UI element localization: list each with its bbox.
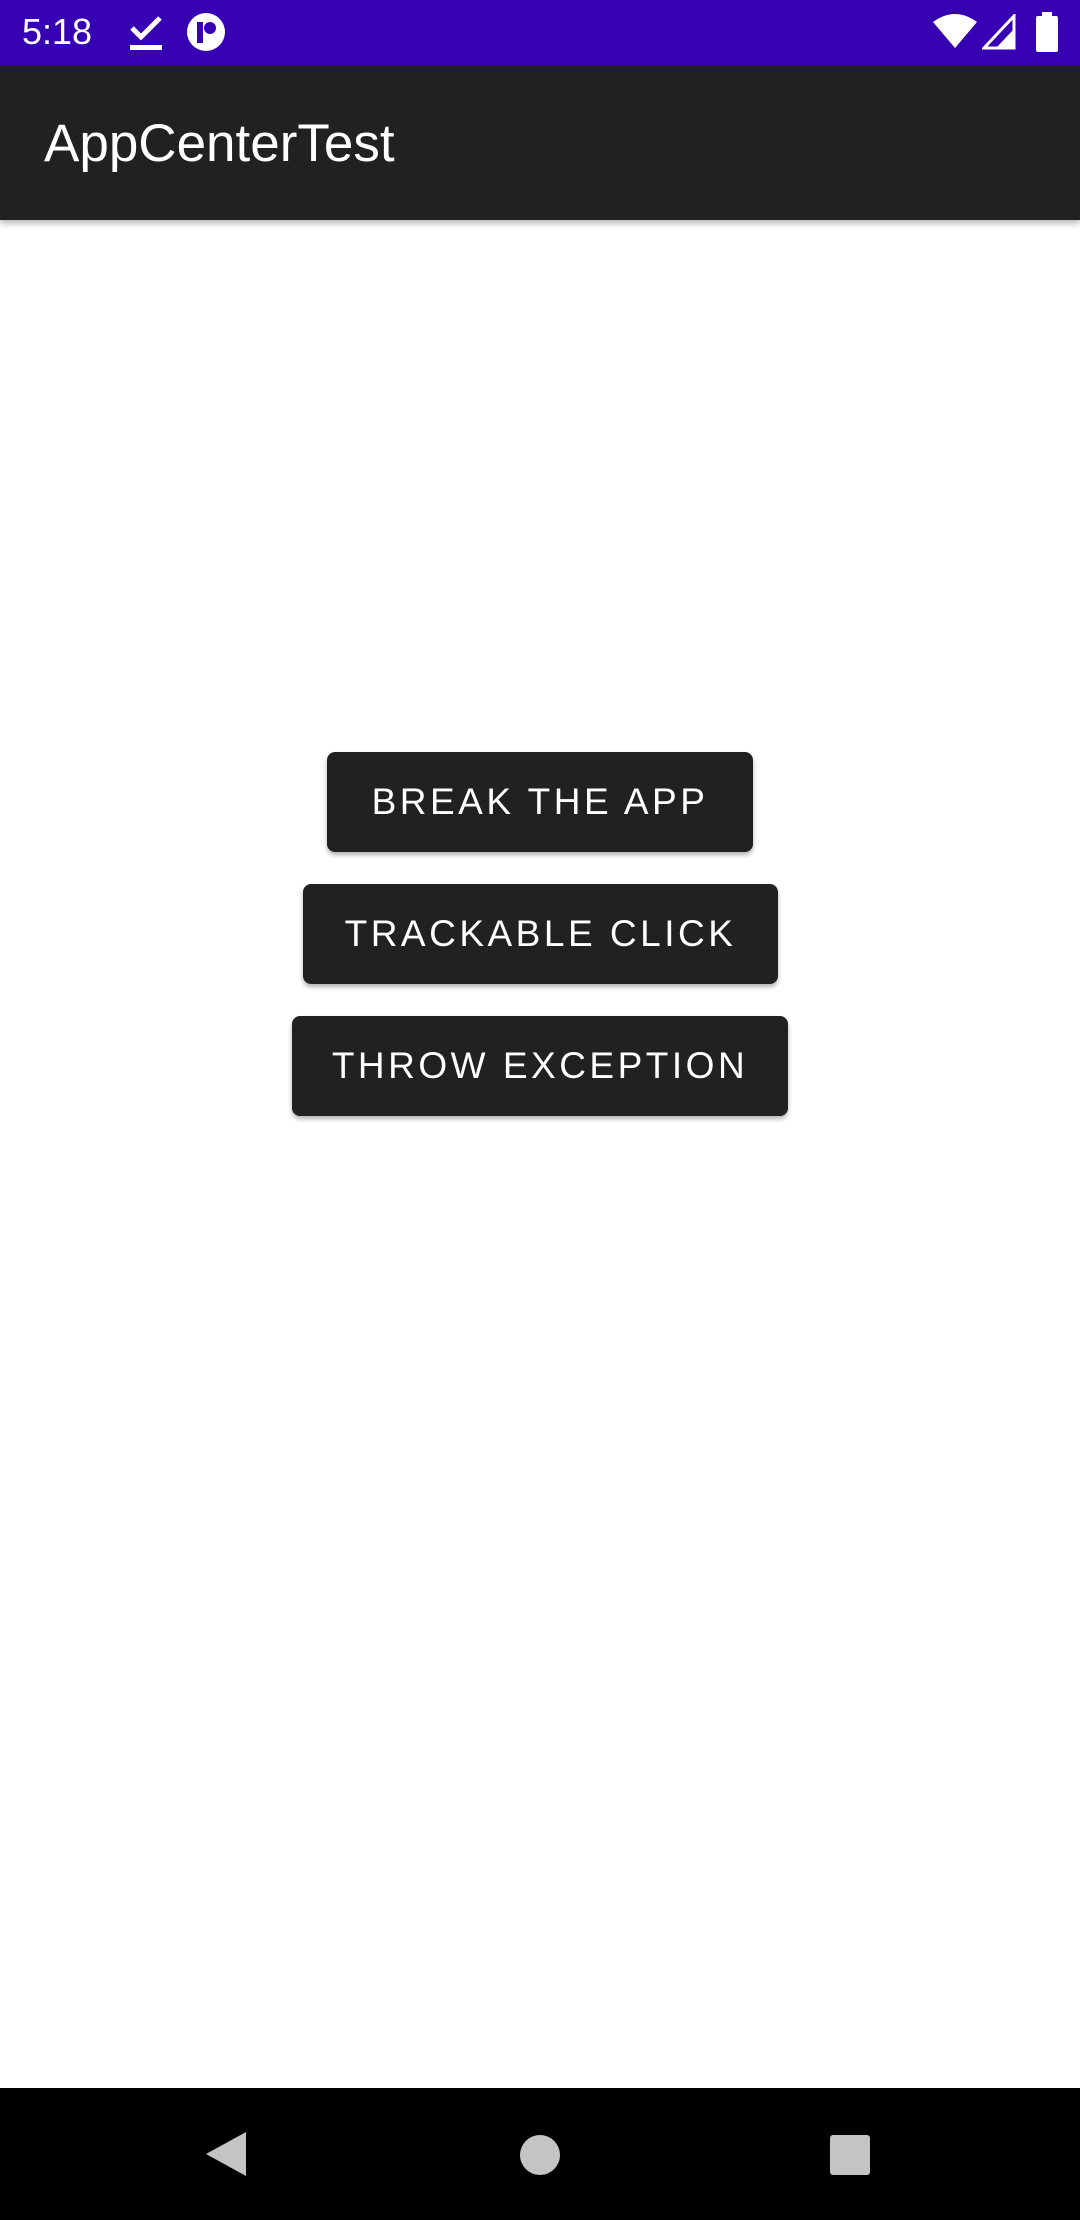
wifi-icon xyxy=(933,14,977,48)
app-title: AppCenterTest xyxy=(44,114,395,173)
home-icon[interactable] xyxy=(519,2134,561,2176)
download-done-icon xyxy=(130,16,162,50)
navigation-bar xyxy=(0,2088,1080,2220)
screen: 5:18 AppCenterTest BREAK THE APP TRACKAB… xyxy=(0,0,1080,2220)
break-the-app-button[interactable]: BREAK THE APP xyxy=(327,752,753,852)
status-time: 5:18 xyxy=(22,11,93,52)
throw-exception-button[interactable]: THROW EXCEPTION xyxy=(292,1016,788,1116)
battery-icon xyxy=(1036,12,1058,52)
app-notification-icon xyxy=(187,13,225,51)
app-bar: AppCenterTest xyxy=(0,66,1080,220)
trackable-click-button[interactable]: TRACKABLE CLICK xyxy=(303,884,778,984)
status-bar: 5:18 xyxy=(0,0,1080,66)
signal-icon xyxy=(982,14,1016,50)
recents-icon[interactable] xyxy=(829,2134,871,2176)
back-icon[interactable] xyxy=(204,2130,248,2178)
main-content xyxy=(0,220,1080,2088)
